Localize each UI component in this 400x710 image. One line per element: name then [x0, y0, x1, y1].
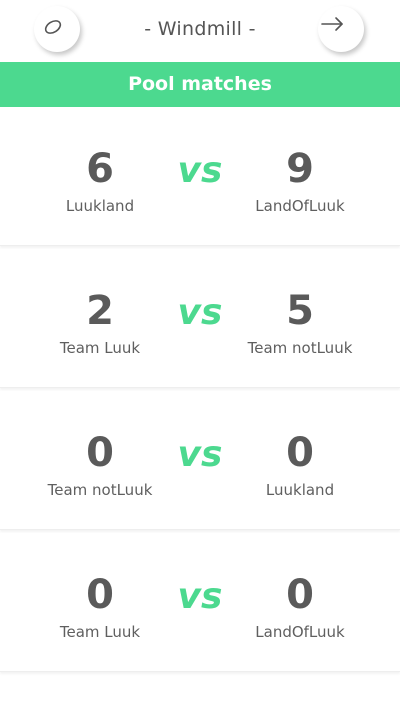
match-list: 6 Luukland vs 9 LandOfLuuk 2 Team Luuk v… — [0, 107, 400, 675]
away-team-name: Team notLuuk — [247, 339, 353, 357]
away-team: 0 Luukland — [220, 431, 380, 499]
away-team-name: LandOfLuuk — [255, 623, 345, 641]
away-score: 0 — [286, 430, 314, 476]
away-score: 5 — [286, 288, 314, 334]
away-team: 5 Team notLuuk — [220, 289, 380, 357]
match-card[interactable]: 6 Luukland vs 9 LandOfLuuk — [0, 107, 400, 246]
home-score: 0 — [86, 572, 114, 618]
arrow-right-icon — [321, 17, 343, 31]
app-header: - Windmill - — [0, 0, 400, 62]
next-button[interactable] — [318, 6, 364, 52]
away-score: 0 — [286, 572, 314, 618]
away-team: 9 LandOfLuuk — [220, 147, 380, 215]
home-team-name: Luukland — [65, 197, 135, 215]
home-team: 6 Luukland — [20, 147, 180, 215]
away-team-name: Luukland — [265, 481, 335, 499]
match-card[interactable]: 0 Team notLuuk vs 0 Luukland — [0, 391, 400, 530]
section-banner: Pool matches — [0, 62, 400, 107]
home-team-name: Team Luuk — [59, 623, 141, 641]
away-team-name: LandOfLuuk — [255, 197, 345, 215]
home-score: 2 — [86, 288, 114, 334]
match-card[interactable]: 2 Team Luuk vs 5 Team notLuuk — [0, 249, 400, 388]
home-team-name: Team Luuk — [59, 339, 141, 357]
home-score: 6 — [86, 146, 114, 192]
match-card[interactable]: 0 Team Luuk vs 0 LandOfLuuk — [0, 533, 400, 672]
home-team: 0 Team notLuuk — [20, 431, 180, 499]
home-team-name: Team notLuuk — [47, 481, 153, 499]
away-team: 0 LandOfLuuk — [220, 573, 380, 641]
home-score: 0 — [86, 430, 114, 476]
home-team: 2 Team Luuk — [20, 289, 180, 357]
home-team: 0 Team Luuk — [20, 573, 180, 641]
away-score: 9 — [286, 146, 314, 192]
